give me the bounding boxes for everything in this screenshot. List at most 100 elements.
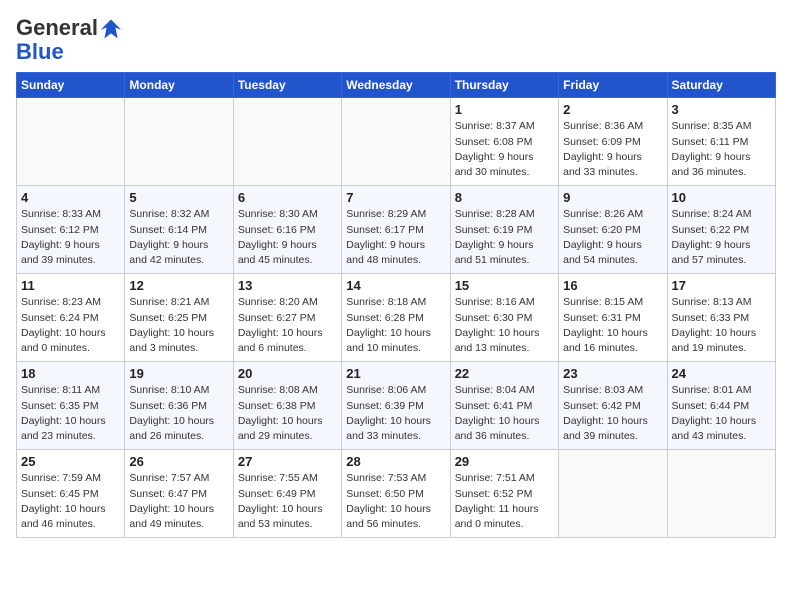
day-header-monday: Monday bbox=[125, 73, 233, 98]
day-info: Sunrise: 8:30 AMSunset: 6:16 PMDaylight:… bbox=[238, 207, 337, 268]
calendar-cell bbox=[559, 450, 667, 538]
day-number: 28 bbox=[346, 454, 445, 469]
calendar-cell: 2 Sunrise: 8:36 AMSunset: 6:09 PMDaylight… bbox=[559, 98, 667, 186]
page-header: GeneralBlue bbox=[16, 16, 776, 64]
calendar-cell: 11Sunrise: 8:23 AMSunset: 6:24 PMDayligh… bbox=[17, 274, 125, 362]
day-number: 25 bbox=[21, 454, 120, 469]
day-info: Sunrise: 8:18 AMSunset: 6:28 PMDaylight:… bbox=[346, 295, 445, 356]
day-header-thursday: Thursday bbox=[450, 73, 558, 98]
day-info: Sunrise: 8:10 AMSunset: 6:36 PMDaylight:… bbox=[129, 383, 228, 444]
day-info: Sunrise: 7:51 AMSunset: 6:52 PMDaylight:… bbox=[455, 471, 554, 532]
day-number: 12 bbox=[129, 278, 228, 293]
logo-bird-icon bbox=[100, 18, 122, 40]
day-number: 5 bbox=[129, 190, 228, 205]
day-number: 18 bbox=[21, 366, 120, 381]
day-number: 1 bbox=[455, 102, 554, 117]
day-header-sunday: Sunday bbox=[17, 73, 125, 98]
day-number: 27 bbox=[238, 454, 337, 469]
day-number: 17 bbox=[672, 278, 771, 293]
logo-text: GeneralBlue bbox=[16, 16, 122, 64]
day-info: Sunrise: 8:21 AMSunset: 6:25 PMDaylight:… bbox=[129, 295, 228, 356]
day-number: 19 bbox=[129, 366, 228, 381]
logo: GeneralBlue bbox=[16, 16, 122, 64]
calendar-cell: 26Sunrise: 7:57 AMSunset: 6:47 PMDayligh… bbox=[125, 450, 233, 538]
calendar-cell: 20 Sunrise: 8:08 AMSunset: 6:38 PMDayligh… bbox=[233, 362, 341, 450]
day-info: Sunrise: 8:36 AMSunset: 6:09 PMDaylight:… bbox=[563, 119, 662, 180]
day-info: Sunrise: 7:57 AMSunset: 6:47 PMDaylight:… bbox=[129, 471, 228, 532]
calendar-cell bbox=[667, 450, 775, 538]
day-number: 4 bbox=[21, 190, 120, 205]
day-number: 24 bbox=[672, 366, 771, 381]
day-header-wednesday: Wednesday bbox=[342, 73, 450, 98]
day-number: 21 bbox=[346, 366, 445, 381]
day-number: 29 bbox=[455, 454, 554, 469]
day-number: 2 bbox=[563, 102, 662, 117]
day-info: Sunrise: 7:55 AMSunset: 6:49 PMDaylight:… bbox=[238, 471, 337, 532]
calendar-cell: 9 Sunrise: 8:26 AMSunset: 6:20 PMDaylight… bbox=[559, 186, 667, 274]
day-number: 15 bbox=[455, 278, 554, 293]
day-info: Sunrise: 8:13 AMSunset: 6:33 PMDaylight:… bbox=[672, 295, 771, 356]
calendar-cell: 7 Sunrise: 8:29 AMSunset: 6:17 PMDaylight… bbox=[342, 186, 450, 274]
day-number: 6 bbox=[238, 190, 337, 205]
calendar-cell bbox=[125, 98, 233, 186]
day-number: 11 bbox=[21, 278, 120, 293]
day-header-saturday: Saturday bbox=[667, 73, 775, 98]
calendar-cell: 10 Sunrise: 8:24 AMSunset: 6:22 PMDayligh… bbox=[667, 186, 775, 274]
day-number: 20 bbox=[238, 366, 337, 381]
calendar-table: SundayMondayTuesdayWednesdayThursdayFrid… bbox=[16, 72, 776, 538]
day-info: Sunrise: 7:53 AMSunset: 6:50 PMDaylight:… bbox=[346, 471, 445, 532]
calendar-cell: 19 Sunrise: 8:10 AMSunset: 6:36 PMDayligh… bbox=[125, 362, 233, 450]
day-number: 9 bbox=[563, 190, 662, 205]
day-info: Sunrise: 8:01 AMSunset: 6:44 PMDaylight:… bbox=[672, 383, 771, 444]
calendar-cell bbox=[17, 98, 125, 186]
day-info: Sunrise: 8:16 AMSunset: 6:30 PMDaylight:… bbox=[455, 295, 554, 356]
calendar-cell: 1 Sunrise: 8:37 AMSunset: 6:08 PMDaylight… bbox=[450, 98, 558, 186]
day-number: 13 bbox=[238, 278, 337, 293]
calendar-cell: 28 Sunrise: 7:53 AMSunset: 6:50 PMDayligh… bbox=[342, 450, 450, 538]
calendar-cell: 29 Sunrise: 7:51 AMSunset: 6:52 PMDayligh… bbox=[450, 450, 558, 538]
day-number: 22 bbox=[455, 366, 554, 381]
day-info: Sunrise: 8:11 AMSunset: 6:35 PMDaylight:… bbox=[21, 383, 120, 444]
day-number: 7 bbox=[346, 190, 445, 205]
day-number: 8 bbox=[455, 190, 554, 205]
day-number: 10 bbox=[672, 190, 771, 205]
day-info: Sunrise: 8:29 AMSunset: 6:17 PMDaylight:… bbox=[346, 207, 445, 268]
calendar-cell: 22 Sunrise: 8:04 AMSunset: 6:41 PMDayligh… bbox=[450, 362, 558, 450]
day-number: 23 bbox=[563, 366, 662, 381]
day-number: 16 bbox=[563, 278, 662, 293]
day-info: Sunrise: 8:08 AMSunset: 6:38 PMDaylight:… bbox=[238, 383, 337, 444]
calendar-cell: 14 Sunrise: 8:18 AMSunset: 6:28 PMDayligh… bbox=[342, 274, 450, 362]
calendar-cell: 6 Sunrise: 8:30 AMSunset: 6:16 PMDaylight… bbox=[233, 186, 341, 274]
calendar-cell: 15 Sunrise: 8:16 AMSunset: 6:30 PMDayligh… bbox=[450, 274, 558, 362]
calendar-cell: 16 Sunrise: 8:15 AMSunset: 6:31 PMDayligh… bbox=[559, 274, 667, 362]
day-info: Sunrise: 8:06 AMSunset: 6:39 PMDaylight:… bbox=[346, 383, 445, 444]
day-info: Sunrise: 8:24 AMSunset: 6:22 PMDaylight:… bbox=[672, 207, 771, 268]
day-info: Sunrise: 8:04 AMSunset: 6:41 PMDaylight:… bbox=[455, 383, 554, 444]
calendar-cell: 27 Sunrise: 7:55 AMSunset: 6:49 PMDayligh… bbox=[233, 450, 341, 538]
calendar-cell: 3Sunrise: 8:35 AMSunset: 6:11 PMDaylight… bbox=[667, 98, 775, 186]
day-info: Sunrise: 7:59 AMSunset: 6:45 PMDaylight:… bbox=[21, 471, 120, 532]
calendar-cell: 12 Sunrise: 8:21 AMSunset: 6:25 PMDayligh… bbox=[125, 274, 233, 362]
calendar-cell: 5 Sunrise: 8:32 AMSunset: 6:14 PMDaylight… bbox=[125, 186, 233, 274]
day-number: 14 bbox=[346, 278, 445, 293]
calendar-cell: 23 Sunrise: 8:03 AMSunset: 6:42 PMDayligh… bbox=[559, 362, 667, 450]
day-info: Sunrise: 8:32 AMSunset: 6:14 PMDaylight:… bbox=[129, 207, 228, 268]
day-header-tuesday: Tuesday bbox=[233, 73, 341, 98]
calendar-cell bbox=[233, 98, 341, 186]
calendar-cell: 25 Sunrise: 7:59 AMSunset: 6:45 PMDayligh… bbox=[17, 450, 125, 538]
day-info: Sunrise: 8:26 AMSunset: 6:20 PMDaylight:… bbox=[563, 207, 662, 268]
day-info: Sunrise: 8:37 AMSunset: 6:08 PMDaylight:… bbox=[455, 119, 554, 180]
calendar-cell: 21 Sunrise: 8:06 AMSunset: 6:39 PMDayligh… bbox=[342, 362, 450, 450]
calendar-cell: 13 Sunrise: 8:20 AMSunset: 6:27 PMDayligh… bbox=[233, 274, 341, 362]
calendar-cell: 4 Sunrise: 8:33 AMSunset: 6:12 PMDaylight… bbox=[17, 186, 125, 274]
day-info: Sunrise: 8:03 AMSunset: 6:42 PMDaylight:… bbox=[563, 383, 662, 444]
day-header-friday: Friday bbox=[559, 73, 667, 98]
day-info: Sunrise: 8:28 AMSunset: 6:19 PMDaylight:… bbox=[455, 207, 554, 268]
calendar-cell bbox=[342, 98, 450, 186]
day-info: Sunrise: 8:15 AMSunset: 6:31 PMDaylight:… bbox=[563, 295, 662, 356]
calendar-cell: 17 Sunrise: 8:13 AMSunset: 6:33 PMDayligh… bbox=[667, 274, 775, 362]
day-info: Sunrise: 8:33 AMSunset: 6:12 PMDaylight:… bbox=[21, 207, 120, 268]
calendar-cell: 18 Sunrise: 8:11 AMSunset: 6:35 PMDayligh… bbox=[17, 362, 125, 450]
calendar-cell: 24 Sunrise: 8:01 AMSunset: 6:44 PMDayligh… bbox=[667, 362, 775, 450]
day-info: Sunrise: 8:20 AMSunset: 6:27 PMDaylight:… bbox=[238, 295, 337, 356]
